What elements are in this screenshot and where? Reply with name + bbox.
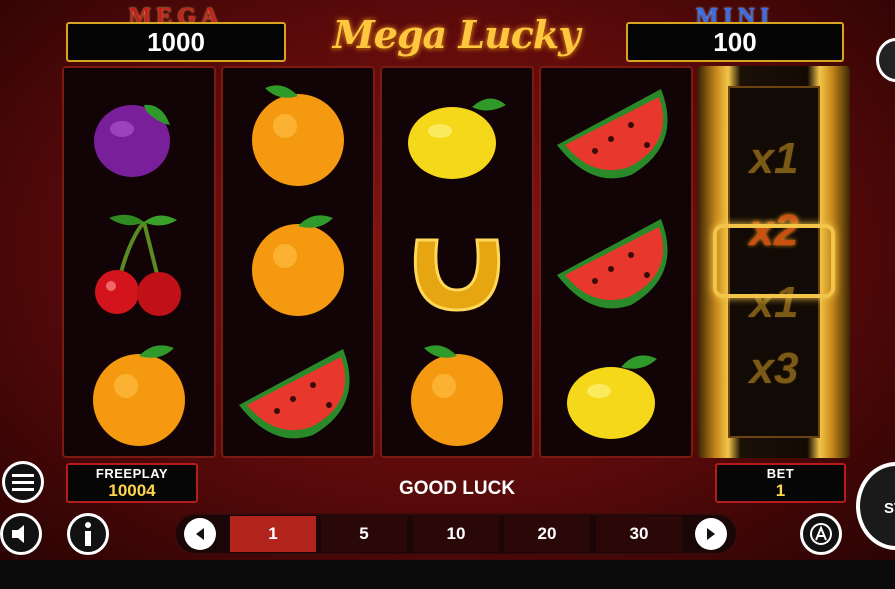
home-button[interactable] (876, 38, 895, 82)
bet-option[interactable]: 5 (321, 516, 407, 552)
watermelon-icon (223, 330, 373, 460)
freeplay-value: 10004 (108, 481, 156, 500)
mega-jackpot-value: 1000 (66, 22, 286, 62)
cherry-icon (64, 200, 214, 330)
info-button[interactable] (67, 513, 109, 555)
bottom-strip (0, 560, 895, 589)
bet-option[interactable]: 10 (413, 516, 499, 552)
speaker-icon (12, 525, 24, 543)
multiplier-highlight-frame (713, 224, 835, 298)
orange-icon (223, 70, 373, 200)
watermelon-icon (541, 200, 691, 330)
bet-option[interactable]: 20 (504, 516, 590, 552)
reel-4 (539, 66, 693, 458)
bet-option[interactable]: 1 (230, 516, 316, 552)
orange-icon (223, 200, 373, 330)
status-message: GOOD LUCK (398, 478, 516, 499)
bet-display: BET 1 (715, 463, 846, 503)
bet-next-button[interactable] (695, 518, 727, 550)
arrow-left-icon (196, 528, 204, 540)
autoplay-button[interactable] (800, 513, 842, 555)
spin-button[interactable]: ST (856, 462, 895, 550)
spin-label: ST (884, 500, 895, 517)
bet-value: 1 (775, 481, 786, 500)
reel-3 (380, 66, 534, 458)
bet-option[interactable]: 30 (596, 516, 682, 552)
sound-button[interactable] (0, 513, 42, 555)
info-icon (85, 522, 91, 546)
menu-button[interactable] (2, 461, 44, 503)
watermelon-icon (541, 70, 691, 200)
arrow-right-icon (707, 528, 715, 540)
reel-1 (62, 66, 216, 458)
multiplier-value: x3 (749, 344, 799, 393)
plum-icon (64, 70, 214, 200)
bet-prev-button[interactable] (184, 518, 216, 550)
game-stage: MEGA 1000 Mega Lucky 81x MINI 100 (0, 0, 895, 560)
autoplay-icon (810, 523, 832, 545)
orange-icon (382, 330, 532, 460)
menu-icon (12, 474, 34, 491)
horseshoe-icon (382, 200, 532, 330)
mini-jackpot-value: 100 (626, 22, 844, 62)
game-logo: Mega Lucky 81x (332, 12, 581, 127)
freeplay-display: FREEPLAY 10004 (66, 463, 198, 503)
multiplier-value: x1 (749, 134, 799, 183)
freeplay-label: FREEPLAY (95, 466, 169, 481)
reel-2 (221, 66, 375, 458)
orange-icon (64, 330, 214, 460)
lemon-icon (382, 70, 532, 200)
bet-label: BET (766, 466, 795, 481)
lemon-icon (541, 330, 691, 460)
